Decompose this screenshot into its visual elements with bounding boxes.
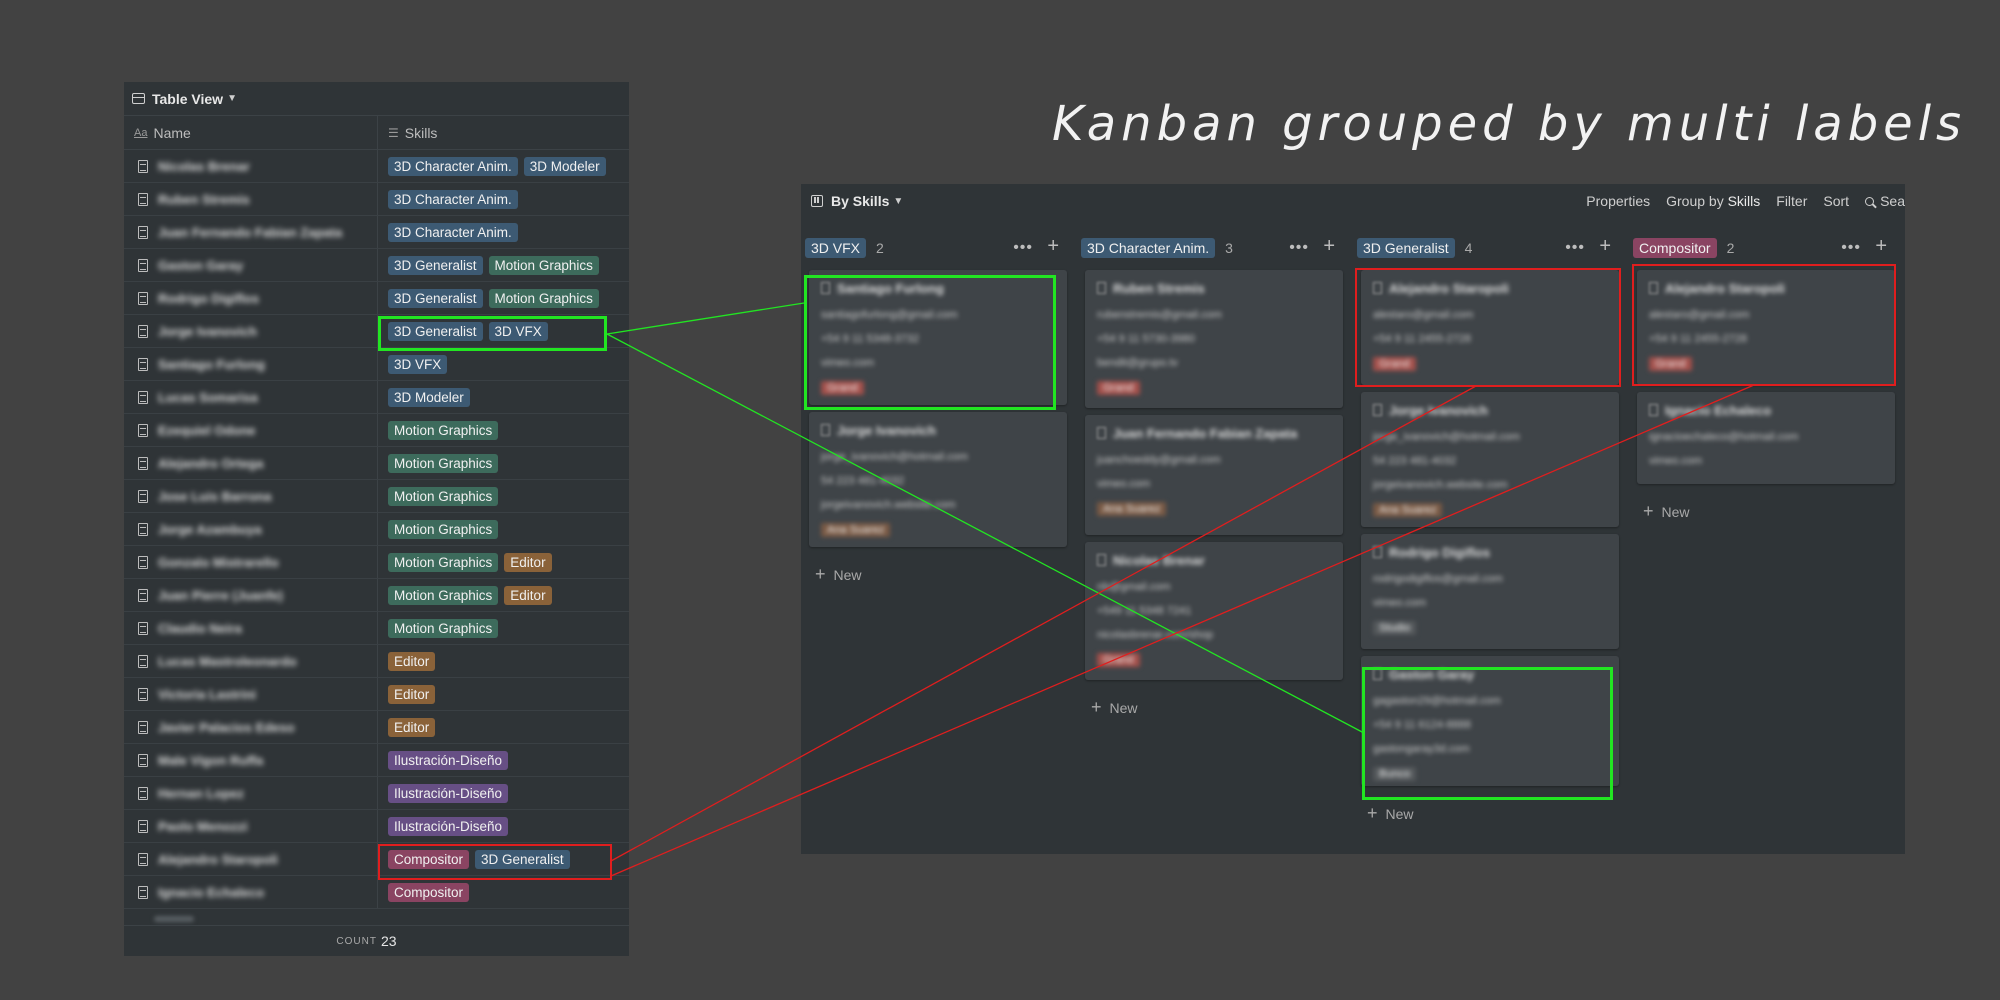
connector-green-2 — [606, 333, 1365, 734]
connector-green-1 — [606, 302, 805, 335]
connector-lines — [606, 302, 1755, 877]
connector-red-2 — [610, 384, 1755, 877]
connector-red-1 — [610, 385, 1477, 862]
